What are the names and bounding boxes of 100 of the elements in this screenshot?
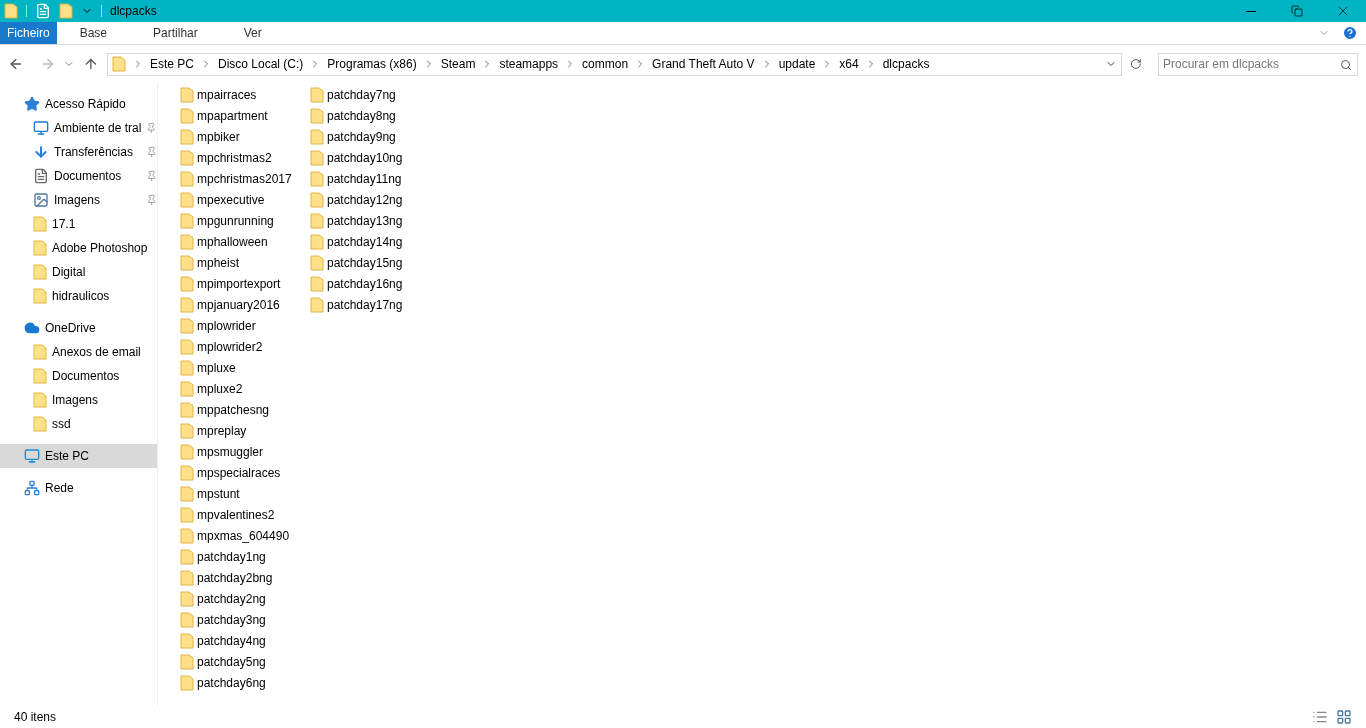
breadcrumb-item[interactable]: common [582,55,629,73]
pin-icon[interactable] [146,122,157,134]
folder-icon [180,296,194,313]
pin-icon[interactable] [145,170,157,182]
folder-item[interactable]: mpchristmas2017 [180,168,310,189]
sidebar-item[interactable]: Adobe Photoshop [0,236,157,260]
document-icon [33,168,49,184]
folder-icon [310,275,324,292]
search-field[interactable]: Procurar em dlcpacks [1158,52,1358,76]
folder-item[interactable]: mpstunt [180,483,310,504]
folder-icon [180,632,194,649]
sidebar-item[interactable]: Imagens [0,388,157,412]
folder-item[interactable]: mpreplay [180,420,310,441]
address-bar[interactable]: Este PC Disco Local (C:) Programas (x86) Steam steamapps common Grand Theft Auto V update x64 dlcpacks [106,52,1123,76]
up-icon[interactable] [83,56,99,72]
folder-item[interactable]: mpluxe2 [180,378,310,399]
folder-icon [310,254,324,271]
folder-item[interactable]: patchday9ng [310,126,440,147]
folder-icon [180,443,194,460]
ribbon-tab[interactable]: Partilhar [130,22,221,44]
folder-item[interactable]: mpjanuary2016 [180,294,310,315]
sidebar-item[interactable]: Anexos de email [0,340,157,364]
sidebar-item[interactable]: Rede [0,476,157,500]
folder-item[interactable]: mpgunrunning [180,210,310,231]
folder-item[interactable]: mpchristmas2 [180,147,310,168]
folder-icon [111,56,126,72]
sidebar-item[interactable]: Documentos [0,164,157,188]
folder-item[interactable]: mpairraces [180,84,310,105]
folder-icon [33,416,47,432]
folder-item[interactable]: mphalloween [180,231,310,252]
folder-item[interactable]: mpheist [180,252,310,273]
pin-icon[interactable] [145,146,157,158]
breadcrumb-item[interactable]: update [778,55,816,73]
sidebar-item[interactable]: Ambiente de tral [0,116,157,140]
folder-item[interactable]: patchday7ng [310,84,440,105]
folder-item[interactable]: mpexecutive [180,189,310,210]
folder-item[interactable]: mpbiker [180,126,310,147]
ribbon-tab[interactable]: Ver [220,22,285,44]
folder-item[interactable]: mpapartment [180,105,310,126]
sidebar-item[interactable]: 17.1 [0,212,157,236]
folder-item[interactable]: patchday15ng [310,252,440,273]
ribbon-tab[interactable]: Ficheiro [0,22,57,44]
breadcrumb-item[interactable]: Disco Local (C:) [217,55,304,73]
folder-item[interactable]: patchday12ng [310,189,440,210]
folder-item[interactable]: patchday14ng [310,231,440,252]
folder-item[interactable]: patchday2bng [180,567,310,588]
folder-icon [180,191,194,208]
refresh-icon[interactable] [1130,58,1142,70]
folder-item[interactable]: patchday3ng [180,609,310,630]
folder-item[interactable]: mplowrider [180,315,310,336]
sidebar-item[interactable]: Imagens [0,188,157,212]
folder-item[interactable]: mpsmuggler [180,441,310,462]
folder-icon [180,233,194,250]
folder-icon [180,674,194,691]
details-view-icon[interactable] [1312,709,1328,725]
folder-item[interactable]: mpluxe [180,357,310,378]
breadcrumb-item[interactable]: x64 [839,55,859,73]
folder-item[interactable]: patchday11ng [310,168,440,189]
folder-icon [33,392,47,408]
sidebar-item[interactable]: Acesso Rápido [0,92,157,116]
back-icon[interactable] [8,56,24,72]
folder-item[interactable]: patchday1ng [180,546,310,567]
breadcrumb-item[interactable]: Este PC [149,55,194,73]
search-icon [1340,58,1352,71]
folder-item[interactable]: mpxmas_604490 [180,525,310,546]
breadcrumb-item[interactable]: Programas (x86) [327,55,417,73]
sidebar-item[interactable]: Este PC [0,444,157,468]
folder-icon [310,86,324,103]
folder-icon [4,3,18,19]
breadcrumb-item[interactable]: Grand Theft Auto V [652,55,755,73]
folder-icon [180,86,194,103]
sidebar-item[interactable]: Digital [0,260,157,284]
folder-item[interactable]: patchday17ng [310,294,440,315]
pin-icon[interactable] [145,194,157,206]
breadcrumb-item[interactable]: dlcpacks [882,55,930,73]
window-title: dlcpacks [110,3,157,20]
sidebar-item[interactable]: hidraulicos [0,284,157,308]
folder-item[interactable]: patchday4ng [180,630,310,651]
sidebar-item[interactable]: Documentos [0,364,157,388]
folder-item[interactable]: patchday16ng [310,273,440,294]
folder-item[interactable]: mpimportexport [180,273,310,294]
breadcrumb-item[interactable]: Steam [440,55,476,73]
ribbon-tab[interactable]: Base [56,22,131,44]
breadcrumb-item[interactable]: steamapps [499,55,559,73]
large-icons-view-icon[interactable] [1336,709,1352,725]
folder-item[interactable]: patchday6ng [180,672,310,693]
sidebar-item[interactable]: ssd [0,412,157,436]
folder-item[interactable]: patchday8ng [310,105,440,126]
folder-icon [310,212,324,229]
sidebar-item[interactable]: OneDrive [0,316,157,340]
folder-item[interactable]: patchday5ng [180,651,310,672]
folder-item[interactable]: patchday10ng [310,147,440,168]
folder-item[interactable]: mpspecialraces [180,462,310,483]
sidebar-item[interactable]: Transferências [0,140,157,164]
folder-item[interactable]: mppatchesng [180,399,310,420]
folder-item[interactable]: mplowrider2 [180,336,310,357]
folder-item[interactable]: mpvalentines2 [180,504,310,525]
help-icon[interactable] [1342,25,1358,41]
folder-item[interactable]: patchday13ng [310,210,440,231]
folder-item[interactable]: patchday2ng [180,588,310,609]
